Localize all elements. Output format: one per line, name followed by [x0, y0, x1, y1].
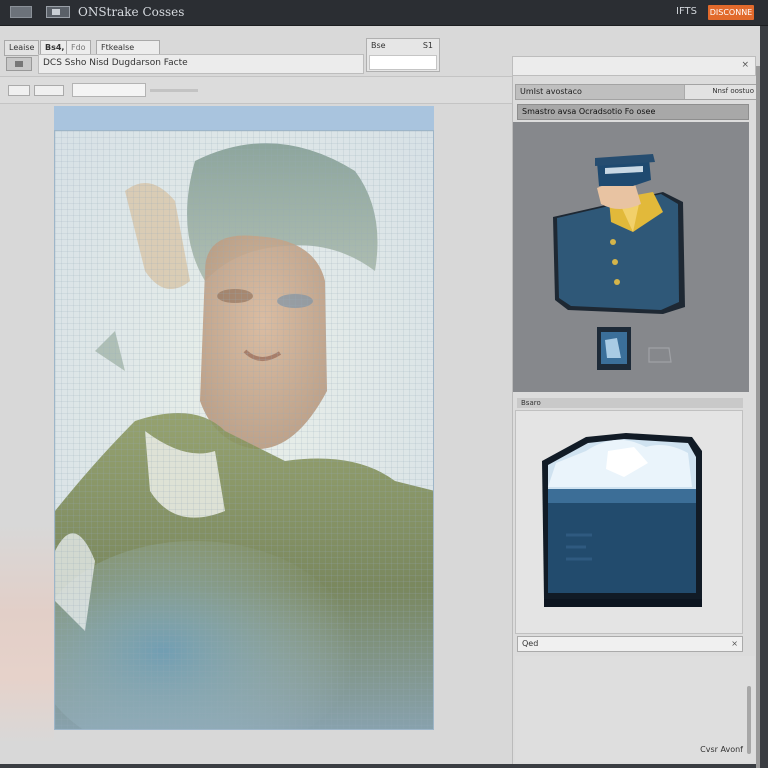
panel-footer-text: Cvsr Avonf	[700, 745, 743, 754]
panel-header-field[interactable]: Nnsf oostuo	[684, 85, 758, 99]
panel-header-title: UmIst avostaco	[520, 87, 582, 96]
dropdown-value: S1	[422, 41, 433, 50]
canvas-toolbar	[0, 76, 512, 104]
preview-label: Bsaro	[517, 398, 743, 408]
main-window: Leaise Bs4, Fdo Ftkealse DCS Ssho Nisd D…	[0, 26, 760, 768]
path-toggle-button[interactable]	[6, 57, 32, 71]
zoom-slider[interactable]	[150, 89, 198, 92]
dropdown-input[interactable]	[369, 55, 437, 70]
toolbar-secondary: DCS Ssho Nisd Dugdarson Facte	[0, 54, 370, 76]
character-icon	[553, 154, 685, 370]
canvas-header	[54, 106, 434, 130]
window-scrollbar[interactable]	[756, 66, 760, 768]
panel-header: UmIst avostaco Nnsf oostuo	[515, 84, 759, 100]
canvas-image[interactable]	[54, 130, 434, 730]
panel-field[interactable]: Qed ×	[517, 636, 743, 652]
path-field[interactable]: DCS Ssho Nisd Dugdarson Facte	[38, 54, 364, 74]
app-title: ONStrake Cosses	[78, 5, 185, 19]
option-dropdown[interactable]: Bse S1	[366, 38, 440, 72]
tool-button-2[interactable]	[34, 85, 64, 96]
close-icon[interactable]: ×	[741, 60, 749, 70]
right-search-field[interactable]: ×	[512, 56, 756, 76]
inspector-panel: UmIst avostaco Nnsf oostuo Smastro avsa …	[512, 76, 760, 764]
panel-scrollbar[interactable]	[747, 686, 751, 754]
title-bar: ONStrake Cosses IFTS DISCONNE	[0, 0, 768, 26]
canvas-area	[0, 104, 512, 764]
canvas-shade	[0, 524, 54, 744]
character-preview[interactable]	[513, 122, 749, 392]
panel-subheader: Smastro avsa Ocradsotio Fo osee	[517, 104, 749, 120]
tool-button-1[interactable]	[8, 85, 30, 96]
dropdown-label: Bse	[371, 41, 386, 50]
folder-preview[interactable]	[515, 410, 743, 634]
folder-icon	[542, 433, 702, 607]
panel-bottom-area: Cvsr Avonf	[515, 656, 755, 762]
disconnect-button[interactable]: DISCONNE	[708, 5, 754, 20]
app-menu-icon[interactable]	[10, 6, 32, 18]
canvas-search-input[interactable]	[72, 83, 146, 97]
titlebar-label: IFTS	[676, 6, 697, 17]
window-icon[interactable]	[46, 6, 70, 18]
pixel-grid	[55, 131, 433, 729]
panel-field-label: Qed	[522, 639, 539, 648]
field-close-icon[interactable]: ×	[731, 639, 738, 648]
